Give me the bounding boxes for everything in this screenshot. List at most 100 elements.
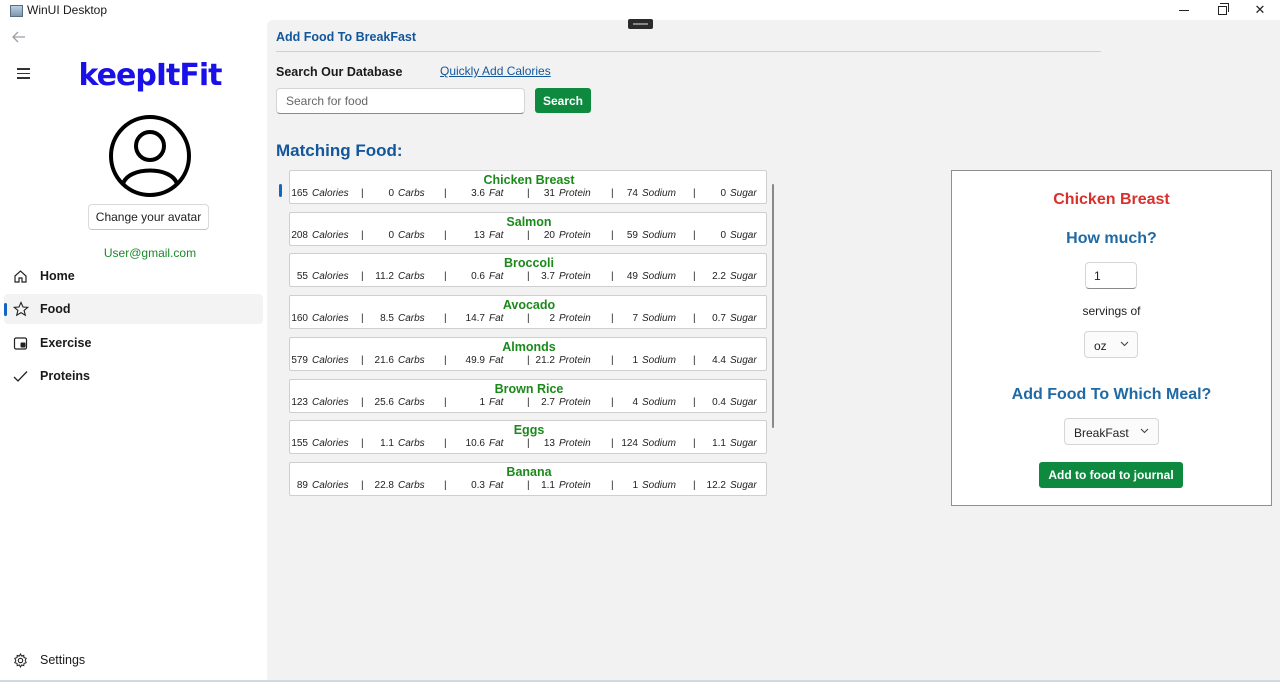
quantity-input[interactable]: 1 [1085,262,1137,289]
nutrient-value: 21.6 [374,354,394,366]
separator: | [527,479,530,491]
nutrient-unit: Calories [312,396,349,408]
unit-dropdown[interactable]: oz [1084,331,1138,358]
restore-button[interactable] [1203,0,1241,20]
window-title: WinUI Desktop [27,3,108,17]
nutrient-value: 25.6 [374,396,394,408]
avatar [108,114,192,198]
separator: | [527,188,530,199]
separator: | [693,396,696,408]
nutrient-value: 4.4 [712,354,726,366]
nutrient-protein: 2.7 Protein [529,397,591,408]
nav-item-proteins[interactable]: Proteins [4,361,263,391]
sidebar: keepItFit Change your avatar User@gmail.… [0,20,267,682]
app-icon [10,5,23,17]
nutrient-value: 0 [720,229,726,241]
nutrient-fat: 1 Fat [459,397,503,408]
nutrient-value: 11.2 [375,271,394,283]
food-list-item[interactable]: Almonds 579 Calories 21.6 Carbs 49.9 Fat 21.2 Pr… [289,336,767,371]
nav-label-proteins: Proteins [40,369,91,383]
search-input[interactable] [276,88,525,114]
food-list-item[interactable]: Eggs 155 Calories 1.1 Carbs 10.6 Fat 13 Protein 1… [289,420,767,455]
servings-of-label: servings of [1082,304,1141,318]
food-name: Broccoli [503,256,554,271]
nutrient-value: 22.8 [374,479,394,491]
nutrient-unit: Fat [489,479,504,491]
back-arrow-icon[interactable] [12,30,26,47]
nutrient-unit: Sugar [730,313,757,325]
nutrient-value: 0.4 [712,396,726,408]
nutrient-sodium: 49 Sodium [612,271,676,282]
nutrient-calories: 208 Calories [288,229,349,241]
nutrient-protein: 13 Protein [529,438,591,449]
nutrient-unit: Carbs [398,396,425,408]
nav-item-settings[interactable]: Settings [4,645,263,675]
nutrient-unit: Fat [489,271,504,283]
separator: | [444,229,447,241]
add-to-journal-button[interactable]: Add to food to journal [1039,462,1183,488]
food-list-item[interactable]: Avocado 160 Calories 8.5 Carbs 14.7 Fat 2 Protei… [289,295,767,330]
nutrient-fat: 0.3 Fat [459,480,503,491]
nutrient-value: 74 [626,188,638,199]
close-button[interactable]: ✕ [1241,0,1279,20]
user-email: User@gmail.com [103,246,197,260]
separator: | [693,229,696,241]
nutrient-unit: Calories [312,229,349,241]
food-name: Salmon [506,214,552,229]
nutrient-unit: Sugar [730,396,757,408]
separator: | [611,188,614,199]
nutrient-sodium: 74 Sodium [612,188,676,199]
food-name: Eggs [513,423,545,438]
nutrient-unit: Protein [559,313,591,325]
change-avatar-button[interactable]: Change your avatar [88,204,209,230]
separator: | [361,396,364,408]
nutrient-value: 0 [720,188,726,199]
quick-add-calories-link[interactable]: Quickly Add Calories [440,64,551,78]
separator: | [527,438,530,450]
nutrient-sugar: 0.4 Sugar [700,397,757,408]
nutrient-value: 31 [543,188,555,199]
food-list-item[interactable]: Brown Rice 123 Calories 25.6 Carbs 1 Fat 2.7 Pro… [289,378,767,413]
restore-icon [1217,2,1229,15]
nutrient-unit: Protein [559,396,591,408]
nutrient-value: 10.6 [465,438,485,450]
nav-item-home[interactable]: Home [4,261,263,291]
food-list-item[interactable]: Broccoli 55 Calories 11.2 Carbs 0.6 Fat 3.7 Prot… [289,253,767,288]
minimize-button[interactable] [1165,0,1203,20]
nutrient-carbs: 1.1 Carbs [368,438,425,449]
separator: | [444,271,447,283]
separator: | [444,354,447,366]
separator: | [693,271,696,283]
nav-item-exercise[interactable]: Exercise [4,328,263,358]
nutrient-unit: Protein [559,271,591,283]
nutrient-carbs: 0 Carbs [368,188,424,199]
nutrient-unit: Sodium [642,229,676,241]
search-button[interactable]: Search [535,88,591,113]
nutrient-unit: Sodium [642,396,676,408]
meal-dropdown[interactable]: BreakFast [1064,418,1159,445]
drag-handle[interactable] [628,19,653,29]
nutrient-unit: Sodium [642,313,676,325]
nutrient-unit: Sugar [730,438,757,450]
separator: | [611,354,614,366]
minimize-icon [1179,9,1189,11]
nutrient-unit: Protein [559,188,591,199]
food-name: Almonds [502,339,556,354]
food-list-item[interactable]: Salmon 208 Calories 0 Carbs 13 Fat 20 Protein 59 S… [288,211,767,246]
nutrient-value: 20 [543,229,555,241]
list-scrollbar[interactable] [772,184,774,428]
separator: | [444,438,447,450]
nutrient-fat: 49.9 Fat [459,355,504,366]
separator: | [361,229,364,241]
food-list-item[interactable]: Banana 89 Calories 22.8 Carbs 0.3 Fat 1.1 Protei… [289,461,767,496]
nutrient-value: 21.2 [535,354,555,366]
separator: | [527,396,530,408]
nutrient-sugar: 2.2 Sugar [700,271,757,282]
which-meal-heading: Add Food To Which Meal? [1011,386,1212,403]
food-name: Brown Rice [494,381,564,396]
food-list-item[interactable]: Chicken Breast 165 Calories 0 Carbs 3.6 Fat 31 P… [289,170,767,204]
separator: | [527,229,530,241]
star-icon [12,301,29,318]
nutrient-unit: Calories [312,271,349,283]
nav-item-food[interactable]: Food [4,294,263,324]
